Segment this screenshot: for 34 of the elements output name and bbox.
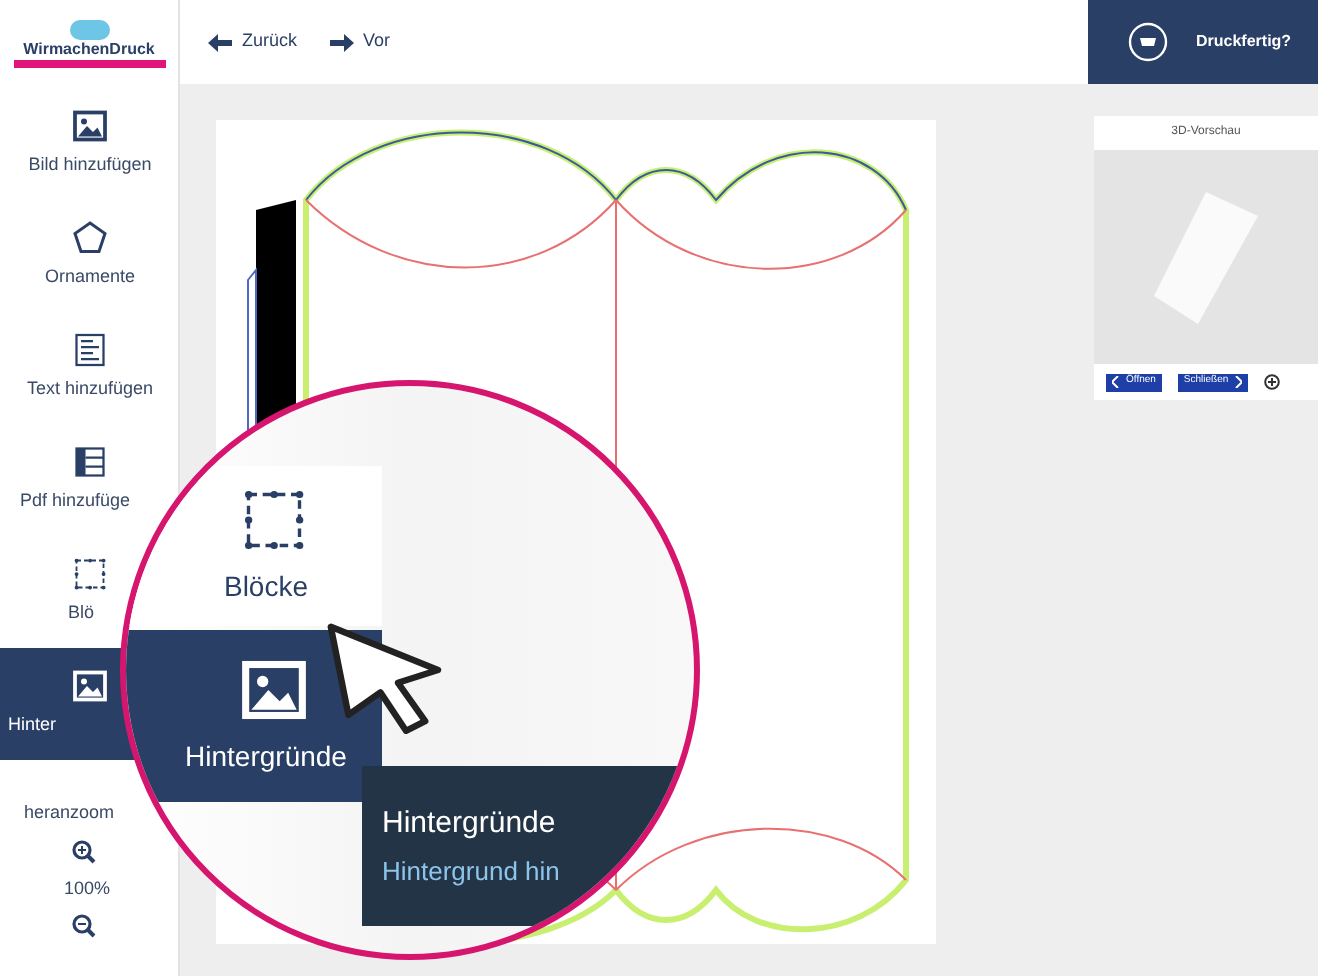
sidebar-label: Bild hinzufügen — [26, 152, 154, 179]
caret-right-icon — [1234, 376, 1243, 389]
back-arrow-icon — [208, 33, 232, 51]
zoom-out-icon[interactable] — [72, 914, 96, 938]
sidebar-label: Pdf hinzufüge — [18, 488, 131, 515]
blocks-icon — [240, 485, 308, 553]
text-icon — [72, 332, 108, 369]
sidebar-label: Blö — [66, 600, 95, 627]
zoom-in-icon[interactable] — [72, 839, 96, 863]
sidebar-label: Text hinzufügen — [24, 376, 156, 403]
tooltip-text: Hintergrund hin — [382, 853, 562, 890]
pentagon-icon — [72, 220, 108, 257]
zoom-in-icon[interactable] — [1264, 374, 1281, 391]
cart-icon — [1128, 22, 1168, 62]
layout-icon — [72, 444, 108, 481]
checkout-button[interactable]: Druckfertig? — [1088, 0, 1318, 84]
sidebar-label: Hintergründe — [185, 737, 349, 776]
sidebar-label: Ornamente — [42, 264, 138, 291]
tooltip-title: Hintergründe — [382, 804, 558, 844]
image-icon — [72, 108, 108, 145]
zoom-label: heranzoom — [24, 800, 115, 826]
forward-arrow-icon — [329, 33, 354, 51]
image-icon — [240, 655, 308, 723]
zoom-value: 100% — [64, 875, 111, 901]
sidebar-item[interactable]: Blöcke — [126, 466, 382, 626]
sidebar-label: Hinter — [8, 712, 57, 739]
sidebar-label: Blöcke — [223, 567, 311, 605]
nav-button[interactable]: Vor — [329, 28, 391, 56]
logo-text: WirmachenDruck — [23, 42, 155, 58]
caret-left-icon — [1112, 376, 1120, 389]
image-icon — [72, 668, 108, 705]
logo[interactable]: WirmachenDruck — [0, 0, 178, 88]
blocks-icon — [72, 556, 108, 593]
nav-button[interactable]: Zurück — [208, 28, 298, 56]
